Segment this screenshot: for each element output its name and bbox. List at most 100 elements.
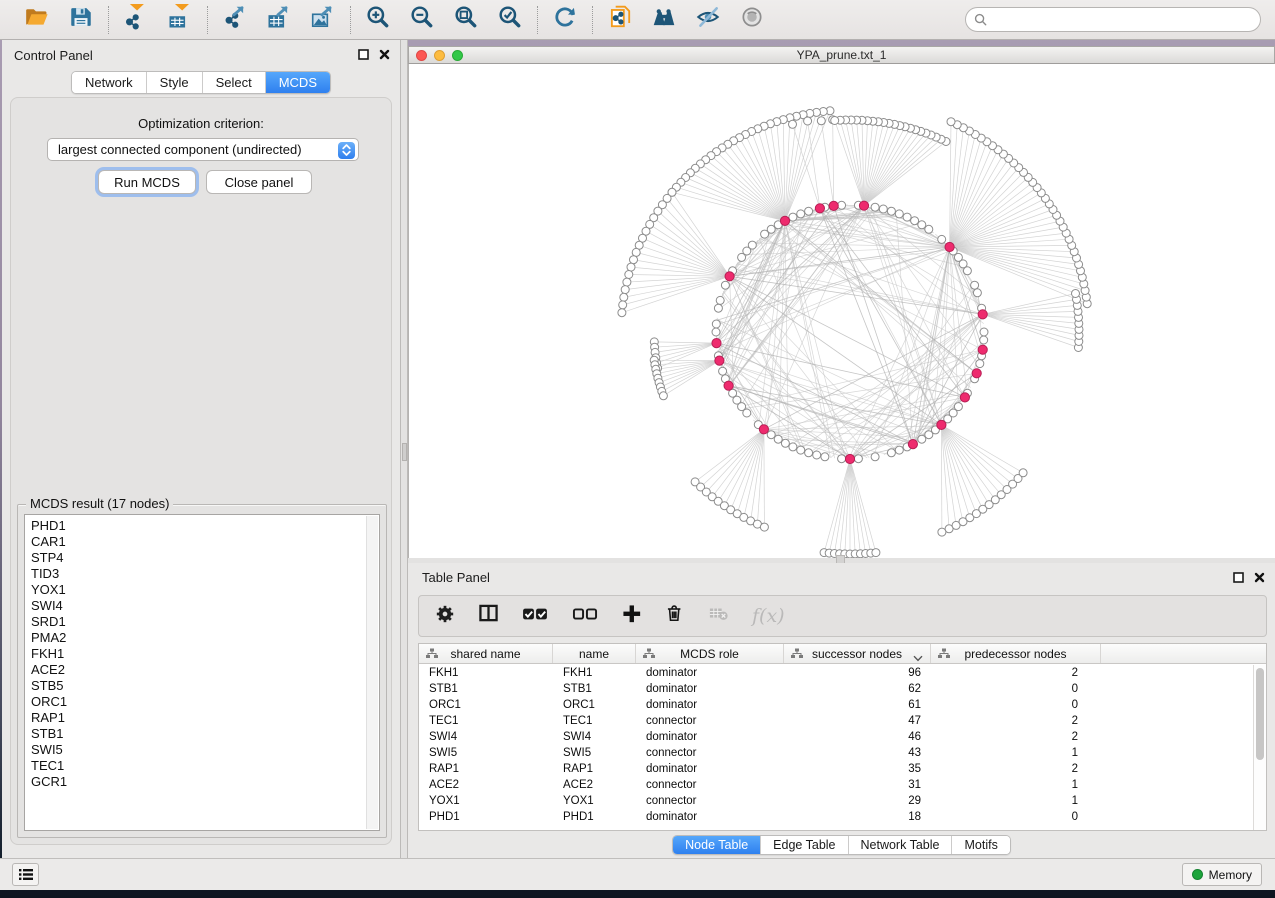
column-header-successor-nodes[interactable]: successor nodes [784, 644, 931, 663]
table-cell[interactable]: YOX1 [419, 793, 553, 809]
table-cell[interactable]: RAP1 [553, 761, 636, 777]
table-cell[interactable]: 0 [931, 809, 1088, 825]
table-cell[interactable]: TEC1 [553, 713, 636, 729]
result-list-scrollbar[interactable] [366, 516, 378, 829]
result-node-item[interactable]: STB5 [25, 678, 379, 694]
table-cell[interactable]: PHD1 [419, 809, 553, 825]
close-panel-icon[interactable] [379, 47, 390, 65]
open-folder-button[interactable] [23, 6, 51, 34]
table-tab-network-table[interactable]: Network Table [848, 836, 952, 854]
export-network-button[interactable] [221, 6, 249, 34]
table-cell[interactable] [1088, 761, 1253, 777]
table-cell[interactable]: 46 [784, 729, 931, 745]
import-table-button[interactable] [166, 6, 194, 34]
table-cell[interactable] [1088, 809, 1253, 825]
split-view-button[interactable] [479, 604, 498, 628]
table-cell[interactable]: TEC1 [419, 713, 553, 729]
table-tab-motifs[interactable]: Motifs [951, 836, 1009, 854]
optimization-criterion-select[interactable]: largest connected component (undirected) [47, 138, 359, 161]
result-node-item[interactable]: GCR1 [25, 774, 379, 790]
close-table-panel-icon[interactable] [1254, 570, 1265, 588]
table-cell[interactable] [1088, 665, 1253, 681]
table-cell[interactable]: STB1 [419, 681, 553, 697]
table-cell[interactable]: 47 [784, 713, 931, 729]
memory-button[interactable]: Memory [1182, 863, 1262, 886]
zoom-out-button[interactable] [408, 6, 436, 34]
table-row-SWI5[interactable]: SWI5SWI5connector431 [419, 745, 1253, 761]
network-graph[interactable] [409, 64, 1275, 558]
select-all-button[interactable] [522, 601, 548, 632]
tab-select[interactable]: Select [202, 72, 265, 93]
result-node-item[interactable]: STP4 [25, 550, 379, 566]
result-node-item[interactable]: TID3 [25, 566, 379, 582]
zoom-selected-button[interactable] [496, 6, 524, 34]
table-cell[interactable]: ACE2 [553, 777, 636, 793]
table-cell[interactable]: 0 [931, 697, 1088, 713]
table-cell[interactable]: 18 [784, 809, 931, 825]
table-cell[interactable]: connector [636, 777, 784, 793]
table-cell[interactable]: dominator [636, 809, 784, 825]
table-cell[interactable]: SWI4 [419, 729, 553, 745]
binoculars-button[interactable] [650, 6, 678, 34]
tab-mcds[interactable]: MCDS [265, 72, 330, 93]
table-cell[interactable]: 2 [931, 713, 1088, 729]
zoom-in-button[interactable] [364, 6, 392, 34]
table-cell[interactable]: SWI5 [419, 745, 553, 761]
table-cell[interactable]: dominator [636, 665, 784, 681]
table-row-ORC1[interactable]: ORC1ORC1dominator610 [419, 697, 1253, 713]
table-cell[interactable] [1088, 681, 1253, 697]
export-image-button[interactable] [309, 6, 337, 34]
result-node-item[interactable]: ORC1 [25, 694, 379, 710]
document-network-button[interactable] [606, 6, 634, 34]
result-node-item[interactable]: CAR1 [25, 534, 379, 550]
table-row-FKH1[interactable]: FKH1FKH1dominator962 [419, 665, 1253, 681]
import-network-button[interactable] [122, 6, 150, 34]
column-header-name[interactable]: name [553, 644, 636, 663]
search-input[interactable] [992, 13, 1252, 27]
result-node-item[interactable]: YOX1 [25, 582, 379, 598]
table-cell[interactable]: STB1 [553, 681, 636, 697]
column-header-shared-name[interactable]: shared name [419, 644, 553, 663]
vertical-splitter-handle[interactable] [402, 443, 407, 461]
network-canvas[interactable] [408, 64, 1275, 558]
result-node-item[interactable]: SRD1 [25, 614, 379, 630]
table-cell[interactable]: 1 [931, 777, 1088, 793]
table-cell[interactable]: 2 [931, 729, 1088, 745]
table-cell[interactable] [1088, 745, 1253, 761]
table-cell[interactable]: 35 [784, 761, 931, 777]
eye-button[interactable] [738, 6, 766, 34]
result-node-item[interactable]: PMA2 [25, 630, 379, 646]
result-node-item[interactable]: SWI4 [25, 598, 379, 614]
table-cell[interactable]: dominator [636, 697, 784, 713]
table-tab-node-table[interactable]: Node Table [673, 836, 760, 854]
table-cell[interactable]: ORC1 [419, 697, 553, 713]
table-row-RAP1[interactable]: RAP1RAP1dominator352 [419, 761, 1253, 777]
table-row-YOX1[interactable]: YOX1YOX1connector291 [419, 793, 1253, 809]
table-cell[interactable]: 61 [784, 697, 931, 713]
table-cell[interactable]: 96 [784, 665, 931, 681]
table-cell[interactable]: connector [636, 745, 784, 761]
close-panel-button[interactable]: Close panel [206, 170, 312, 194]
table-cell[interactable]: 0 [931, 681, 1088, 697]
run-mcds-button[interactable]: Run MCDS [98, 170, 196, 194]
table-cell[interactable] [1088, 713, 1253, 729]
table-cell[interactable]: ORC1 [553, 697, 636, 713]
table-cell[interactable]: SWI4 [553, 729, 636, 745]
table-cell[interactable]: 43 [784, 745, 931, 761]
table-cell[interactable]: ACE2 [419, 777, 553, 793]
zoom-fit-button[interactable] [452, 6, 480, 34]
result-node-item[interactable]: TEC1 [25, 758, 379, 774]
table-cell[interactable]: 62 [784, 681, 931, 697]
result-node-item[interactable]: PHD1 [25, 518, 379, 534]
result-node-item[interactable]: ACE2 [25, 662, 379, 678]
table-row-SWI4[interactable]: SWI4SWI4dominator462 [419, 729, 1253, 745]
table-cell[interactable]: dominator [636, 681, 784, 697]
float-table-panel-icon[interactable] [1233, 570, 1244, 588]
mcds-result-list[interactable]: PHD1CAR1STP4TID3YOX1SWI4SRD1PMA2FKH1ACE2… [24, 514, 380, 831]
table-cell[interactable]: FKH1 [419, 665, 553, 681]
table-cell[interactable]: RAP1 [419, 761, 553, 777]
add-column-button[interactable] [622, 604, 641, 628]
table-row-STB1[interactable]: STB1STB1dominator620 [419, 681, 1253, 697]
table-cell[interactable] [1088, 697, 1253, 713]
table-cell[interactable]: 29 [784, 793, 931, 809]
